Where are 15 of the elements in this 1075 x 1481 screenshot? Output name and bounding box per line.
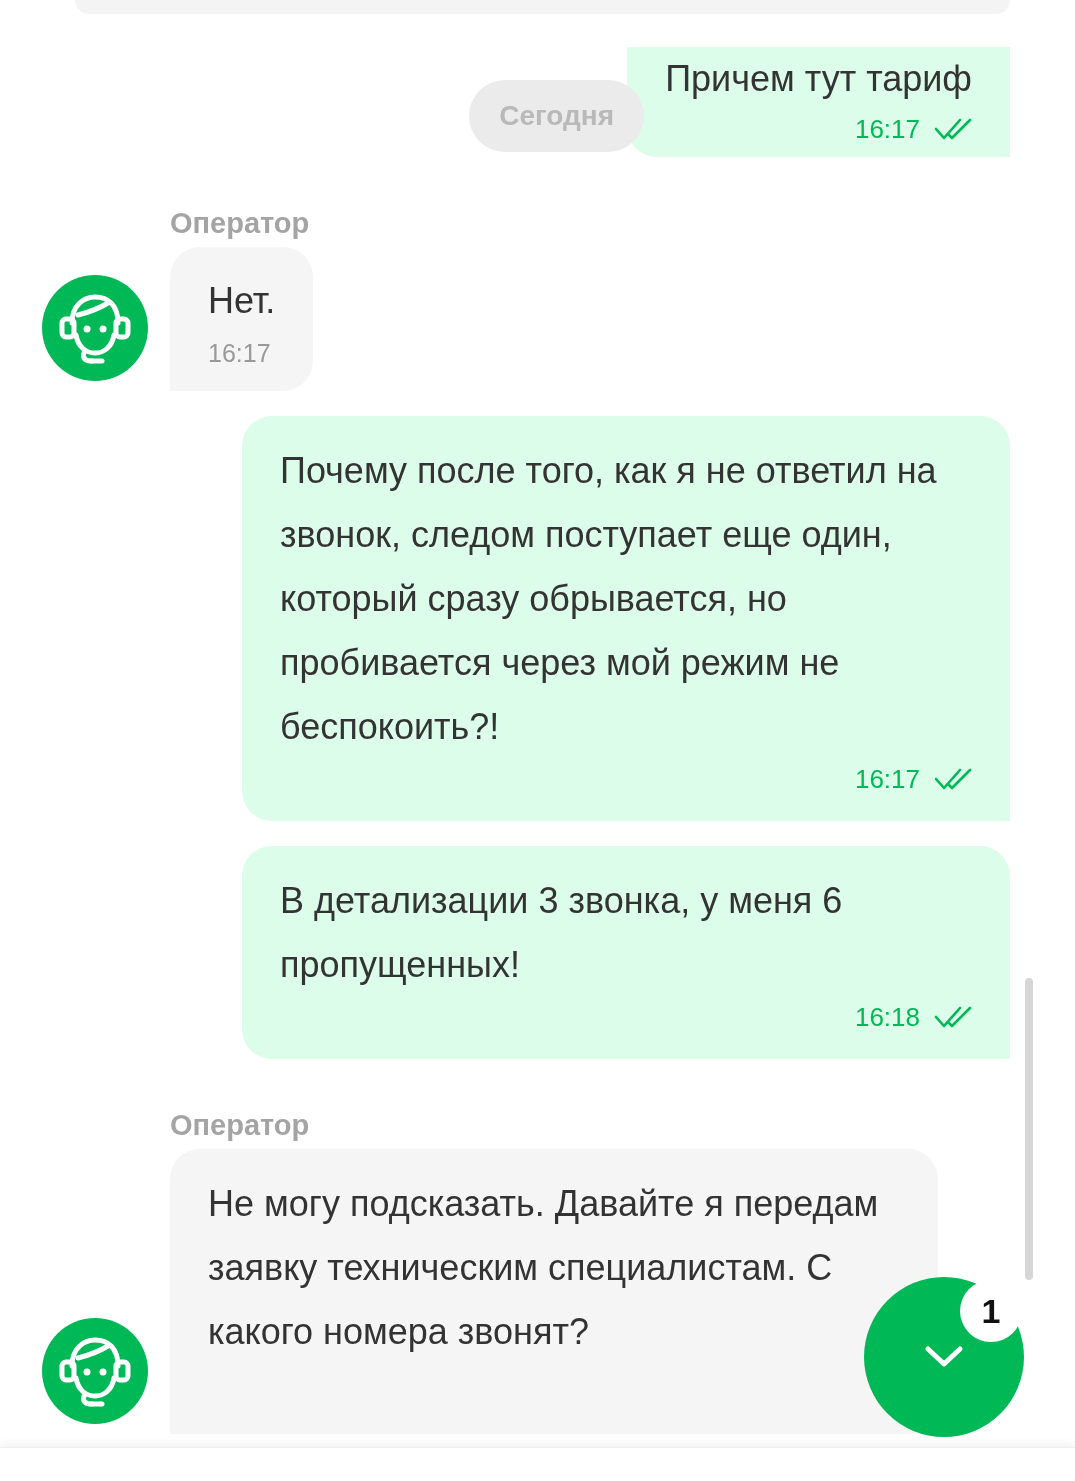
sender-name: Оператор — [170, 1108, 310, 1143]
message-text: Почему после того, как я не ответил на звонок, следом поступает еще один, который сразу обрывается, но пробивается через мой режим не беспокоить?! — [280, 449, 938, 749]
message-time: 16:17 — [208, 338, 272, 369]
message-text: Не могу подсказать. Давайте я передам заявку техническим специалистам. С какого номера звонят? — [208, 1182, 880, 1354]
message-time: 16:18 — [854, 1001, 920, 1033]
message-time: 16:17 — [854, 763, 920, 795]
operator-headset-icon — [42, 275, 148, 381]
message-text: В детализации 3 звонка, у меня 6 пропущенных! — [280, 879, 844, 987]
chevron-down-icon — [924, 1345, 964, 1369]
sender-name: Оператор — [170, 206, 310, 241]
message-text: Причем тут тариф — [665, 57, 972, 101]
scrollbar[interactable] — [1025, 978, 1033, 1280]
operator-headset-icon — [42, 1318, 148, 1424]
message-text: Нет. — [208, 279, 276, 323]
message-time: 16:17 — [854, 113, 920, 145]
